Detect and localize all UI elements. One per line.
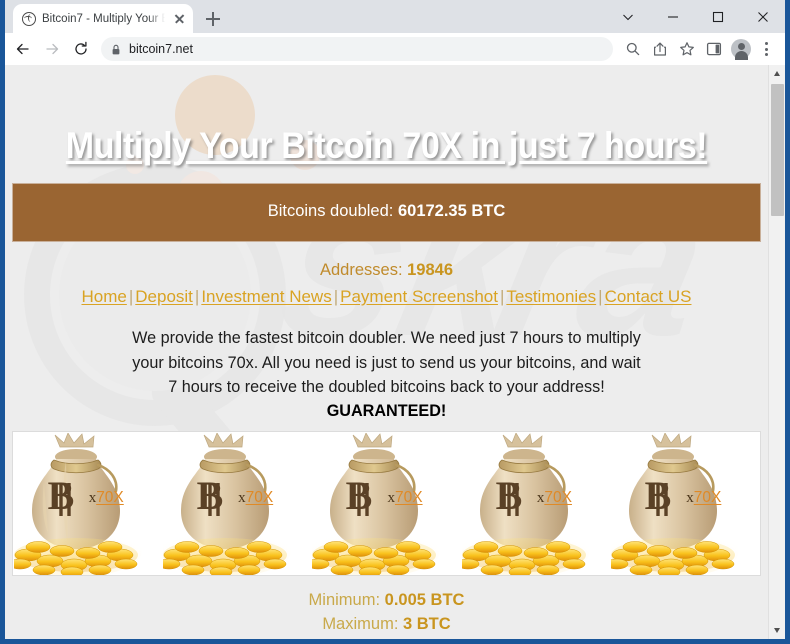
money-bag-icon: B [163, 432, 292, 575]
bag-multiplier-label: x70X [686, 489, 721, 507]
page-headline: Multiply Your Bitcoin 70X in just 7 hour… [36, 65, 738, 173]
url-text: bitcoin7.net [129, 42, 193, 56]
browser-window: Bitcoin7 - Multiply Your Bitcoin 7 [0, 0, 790, 644]
page-content: Multiply Your Bitcoin 70X in just 7 hour… [5, 65, 768, 639]
description-line: 7 hours to receive the doubled bitcoins … [168, 378, 605, 397]
maximum-label: Maximum: [322, 615, 399, 634]
money-bag-item: B x70X [611, 432, 759, 575]
reload-icon[interactable] [67, 35, 95, 63]
addresses-value: 19846 [407, 261, 454, 279]
money-bag-item: B x70X [312, 432, 460, 575]
site-nav: Home | Deposit | Investment News | Payment Scr… [5, 280, 768, 307]
money-bag-strip: B x70X [12, 430, 761, 576]
bag-multiplier-label: x70X [238, 489, 273, 507]
share-icon[interactable] [647, 36, 673, 62]
nav-link-investment-news[interactable]: Investment News [201, 287, 331, 306]
side-panel-icon[interactable] [701, 36, 727, 62]
profile-avatar-icon[interactable] [731, 39, 751, 60]
browser-tab[interactable]: Bitcoin7 - Multiply Your Bitcoin 7 [13, 4, 193, 33]
minimum-value: 0.005 BTC [384, 590, 465, 609]
bitcoins-doubled-banner: Bitcoins doubled: 60172.35 BTC [12, 183, 761, 242]
money-bag-icon: B [461, 432, 590, 575]
description-line: We provide the fastest bitcoin doubler. … [132, 329, 641, 347]
bag-multiplier-label: x70X [387, 489, 422, 507]
times-symbol: x [238, 489, 246, 506]
browser-chrome: Bitcoin7 - Multiply Your Bitcoin 7 [5, 0, 785, 65]
maximum-row: Maximum: 3 BTC [5, 612, 768, 636]
money-bag-icon: B [13, 432, 142, 575]
back-icon[interactable] [9, 35, 37, 63]
multiplier-value: 70X [544, 488, 572, 506]
maximum-value: 3 BTC [403, 615, 451, 634]
multiplier-value: 70X [693, 488, 722, 506]
nav-link-contact-us[interactable]: Contact US [605, 287, 692, 306]
description-paragraph: We provide the fastest bitcoin doubler. … [5, 307, 768, 400]
star-icon[interactable] [674, 36, 700, 62]
nav-separator: | [333, 287, 339, 306]
minimize-button[interactable] [650, 0, 695, 33]
page-content-area: sk ra Multiply Your Bitcoin 70X in just … [5, 65, 768, 639]
bitcoins-doubled-value: 60172.35 BTC [397, 202, 506, 220]
scroll-up-icon[interactable] [769, 65, 785, 82]
addresses-label: Addresses: [319, 261, 403, 279]
search-icon[interactable] [620, 36, 646, 62]
minimum-label: Minimum: [308, 590, 381, 609]
browser-titlebar: Bitcoin7 - Multiply Your Bitcoin 7 [5, 0, 785, 33]
page-headline-text: Multiply Your Bitcoin 70X in just 7 hour… [65, 125, 708, 166]
limits-block: Minimum: 0.005 BTC Maximum: 3 BTC [5, 576, 768, 637]
money-bag-item: B x70X [163, 432, 311, 575]
maximize-button[interactable] [695, 0, 740, 33]
kebab-menu-icon[interactable] [755, 36, 777, 62]
page-scrollbar[interactable] [768, 65, 785, 639]
scroll-down-icon[interactable] [769, 622, 785, 639]
tab-title: Bitcoin7 - Multiply Your Bitcoin 7 [42, 12, 165, 25]
nav-separator: | [128, 287, 134, 306]
multiplier-value: 70X [245, 488, 274, 506]
times-symbol: x [686, 489, 694, 506]
guaranteed-text: GUARANTEED! [326, 401, 447, 420]
bag-multiplier-label: x70X [537, 489, 572, 507]
nav-link-deposit[interactable]: Deposit [135, 287, 193, 306]
money-bag-icon: B [312, 432, 441, 575]
scrollbar-thumb[interactable] [771, 84, 784, 216]
money-bag-item: B x70X [461, 432, 610, 575]
addresses-counter: Addresses: 19846 [5, 242, 768, 280]
bag-multiplier-label: x70X [89, 489, 124, 507]
multiplier-value: 70X [96, 488, 124, 506]
nav-link-home[interactable]: Home [81, 287, 126, 306]
minimum-row: Minimum: 0.005 BTC [5, 588, 768, 612]
nav-link-testimonies[interactable]: Testimonies [506, 287, 596, 306]
bitcoins-doubled-label: Bitcoins doubled: [267, 202, 394, 220]
chevron-down-icon[interactable] [605, 0, 650, 33]
nav-link-payment-screenshot[interactable]: Payment Screenshot [340, 287, 498, 306]
window-controls [605, 0, 785, 33]
page-viewport: sk ra Multiply Your Bitcoin 70X in just … [5, 65, 785, 639]
close-window-button[interactable] [740, 0, 785, 33]
new-tab-button[interactable] [199, 5, 227, 33]
nav-separator: | [598, 287, 603, 306]
multiplier-value: 70X [394, 488, 423, 506]
close-icon[interactable] [171, 11, 187, 27]
lock-icon [111, 43, 121, 55]
address-bar[interactable]: bitcoin7.net [101, 37, 613, 61]
forward-icon[interactable] [38, 35, 66, 63]
browser-toolbar: bitcoin7.net [5, 33, 785, 65]
globe-icon [22, 11, 36, 26]
money-bag-icon: B [611, 432, 740, 575]
money-bag-item: B x70X [13, 432, 162, 575]
description-line: your bitcoins 70x. All you need is just … [132, 353, 641, 372]
times-symbol: x [387, 489, 395, 506]
